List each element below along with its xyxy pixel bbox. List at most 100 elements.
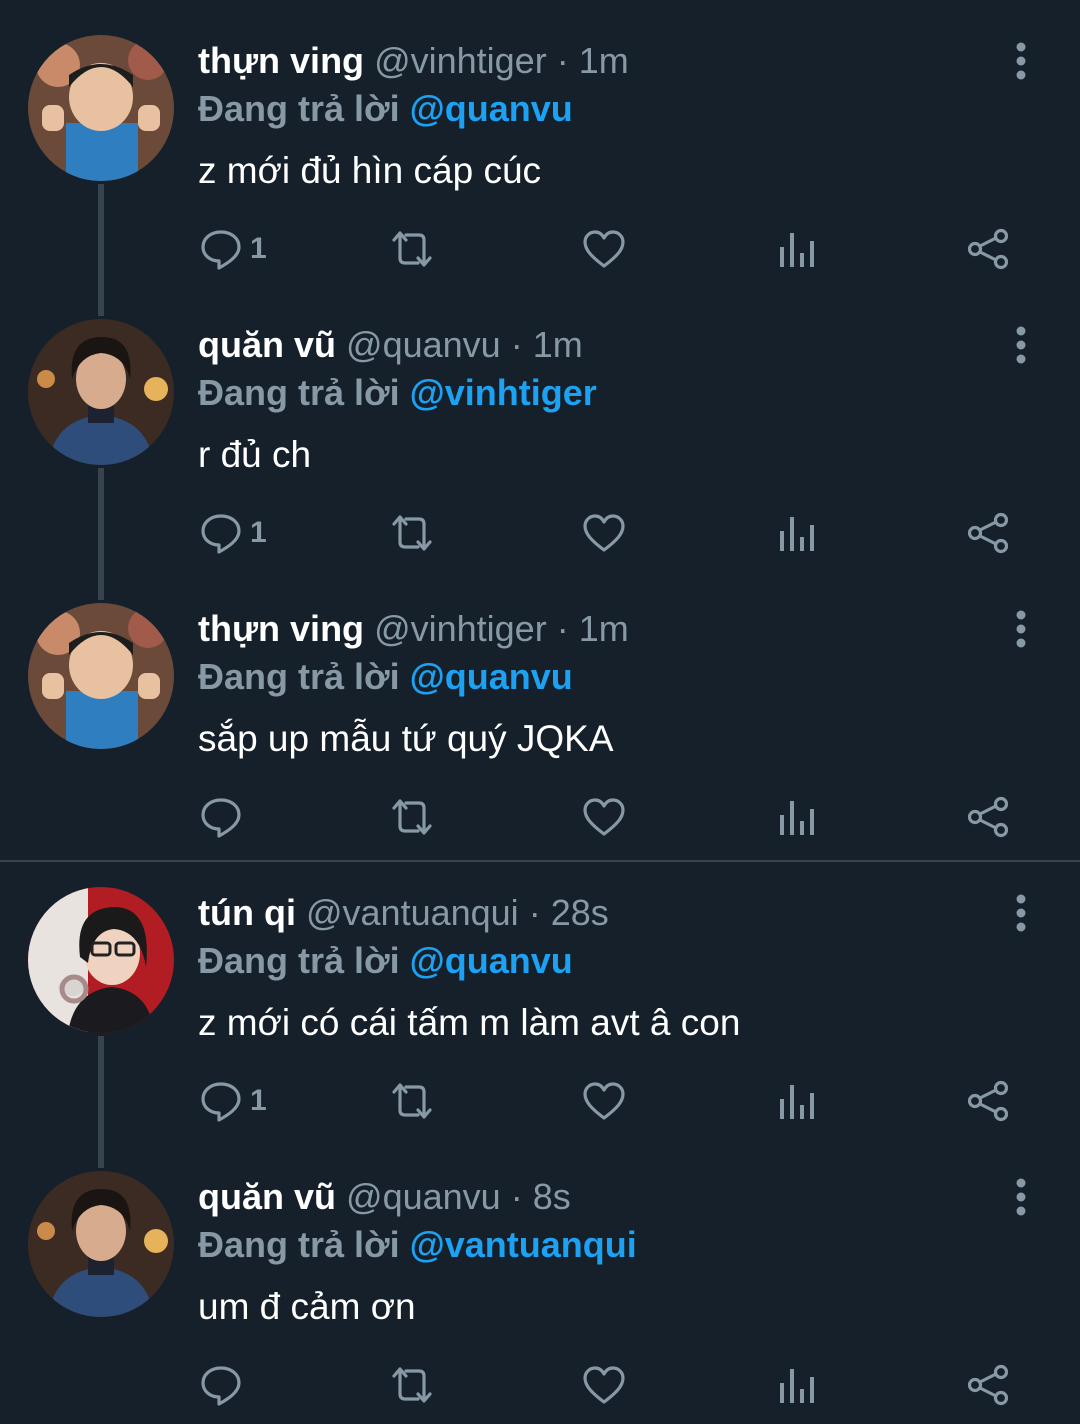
more-icon[interactable] xyxy=(996,40,1046,82)
reply-icon xyxy=(201,514,241,554)
tweet-text: sắp up mẫu tứ quý JQKA xyxy=(198,718,614,759)
retweet-button[interactable] xyxy=(388,1360,436,1410)
reply-context: Đang trả lời @vantuanqui xyxy=(198,1222,637,1268)
share-icon xyxy=(967,796,1009,838)
display-name[interactable]: tún qi xyxy=(198,892,296,933)
tweet-text: z mới đủ hìn cáp cúc xyxy=(198,150,542,191)
reply-context: Đang trả lời @quanvu xyxy=(198,938,573,984)
share-icon xyxy=(967,1364,1009,1406)
like-icon xyxy=(583,230,625,268)
retweet-icon xyxy=(392,1367,432,1403)
reply-button[interactable] xyxy=(200,792,250,842)
reply-prefix: Đang trả lời xyxy=(198,940,400,981)
tweet-header: thựn ving @vinhtiger · 1m xyxy=(198,606,629,652)
retweet-button[interactable] xyxy=(388,508,436,558)
reply-button[interactable]: 1 xyxy=(200,224,267,274)
tweet-header: thựn ving @vinhtiger · 1m xyxy=(198,38,629,84)
like-button[interactable] xyxy=(582,792,626,842)
retweet-button[interactable] xyxy=(388,1076,436,1126)
handle[interactable]: @vinhtiger xyxy=(374,40,547,81)
share-button[interactable] xyxy=(966,1076,1010,1126)
tweet[interactable]: quăn vũ @quanvu · 1m Đang trả lời @vinht… xyxy=(0,284,1080,568)
timestamp[interactable]: · 1m xyxy=(557,40,629,81)
reply-prefix: Đang trả lời xyxy=(198,372,400,413)
handle[interactable]: @quanvu xyxy=(346,1176,501,1217)
reply-prefix: Đang trả lời xyxy=(198,1224,400,1265)
tweet-header: tún qi @vantuanqui · 28s xyxy=(198,890,609,936)
reply-prefix: Đang trả lời xyxy=(198,88,400,129)
analytics-button[interactable] xyxy=(778,1076,816,1126)
display-name[interactable]: quăn vũ xyxy=(198,1176,336,1217)
avatar[interactable] xyxy=(28,35,174,181)
reply-count: 1 xyxy=(250,516,267,549)
reply-button[interactable]: 1 xyxy=(200,1076,267,1126)
tweet-text: r đủ ch xyxy=(198,434,312,475)
analytics-icon xyxy=(780,517,814,551)
mention-link[interactable]: @vinhtiger xyxy=(410,372,597,413)
tweet[interactable]: quăn vũ @quanvu · 8s Đang trả lời @vantu… xyxy=(0,1136,1080,1424)
reply-context: Đang trả lời @quanvu xyxy=(198,654,573,700)
more-icon[interactable] xyxy=(996,1176,1046,1218)
timestamp[interactable]: · 1m xyxy=(557,608,629,649)
avatar[interactable] xyxy=(28,603,174,749)
timestamp[interactable]: · 8s xyxy=(511,1176,571,1217)
handle[interactable]: @quanvu xyxy=(346,324,501,365)
display-name[interactable]: thựn ving xyxy=(198,40,364,81)
display-name[interactable]: thựn ving xyxy=(198,608,364,649)
handle[interactable]: @vantuanqui xyxy=(306,892,519,933)
reply-button[interactable]: 1 xyxy=(200,508,267,558)
like-button[interactable] xyxy=(582,508,626,558)
reply-context: Đang trả lời @vinhtiger xyxy=(198,370,597,416)
analytics-button[interactable] xyxy=(778,1360,816,1410)
timestamp[interactable]: · 1m xyxy=(511,324,583,365)
avatar[interactable] xyxy=(28,887,174,1033)
reply-count: 1 xyxy=(250,1084,267,1117)
more-icon[interactable] xyxy=(996,608,1046,650)
share-button[interactable] xyxy=(966,792,1010,842)
tweet[interactable]: tún qi @vantuanqui · 28s Đang trả lời @q… xyxy=(0,852,1080,1136)
like-icon xyxy=(583,1082,625,1120)
analytics-button[interactable] xyxy=(778,792,816,842)
tweet[interactable]: thựn ving @vinhtiger · 1m Đang trả lời @… xyxy=(0,0,1080,284)
analytics-button[interactable] xyxy=(778,224,816,274)
mention-link[interactable]: @vantuanqui xyxy=(410,1224,637,1265)
mention-link[interactable]: @quanvu xyxy=(410,88,573,129)
share-icon xyxy=(967,512,1009,554)
display-name[interactable]: quăn vũ xyxy=(198,324,336,365)
mention-link[interactable]: @quanvu xyxy=(410,940,573,981)
reply-button[interactable] xyxy=(200,1360,250,1410)
tweet-header: quăn vũ @quanvu · 8s xyxy=(198,1174,571,1220)
retweet-icon xyxy=(392,1083,432,1119)
reply-count: 1 xyxy=(250,232,267,265)
share-icon xyxy=(967,228,1009,270)
tweet[interactable]: thựn ving @vinhtiger · 1m Đang trả lời @… xyxy=(0,568,1080,858)
like-button[interactable] xyxy=(582,1360,626,1410)
share-button[interactable] xyxy=(966,508,1010,558)
like-icon xyxy=(583,798,625,836)
reply-icon xyxy=(201,798,241,838)
avatar[interactable] xyxy=(28,319,174,465)
reply-icon xyxy=(201,1366,241,1406)
reply-icon xyxy=(201,230,241,270)
retweet-icon xyxy=(392,231,432,267)
share-button[interactable] xyxy=(966,1360,1010,1410)
mention-link[interactable]: @quanvu xyxy=(410,656,573,697)
like-button[interactable] xyxy=(582,1076,626,1126)
analytics-icon xyxy=(780,233,814,267)
timestamp[interactable]: · 28s xyxy=(529,892,609,933)
retweet-button[interactable] xyxy=(388,224,436,274)
like-icon xyxy=(583,1366,625,1404)
more-icon[interactable] xyxy=(996,324,1046,366)
retweet-icon xyxy=(392,799,432,835)
handle[interactable]: @vinhtiger xyxy=(374,608,547,649)
like-button[interactable] xyxy=(582,224,626,274)
share-button[interactable] xyxy=(966,224,1010,274)
analytics-button[interactable] xyxy=(778,508,816,558)
tweet-text: um đ cảm ơn xyxy=(198,1286,416,1327)
more-icon[interactable] xyxy=(996,892,1046,934)
reply-prefix: Đang trả lời xyxy=(198,656,400,697)
conversation-timeline: thựn ving @vinhtiger · 1m Đang trả lời @… xyxy=(0,0,1080,1424)
avatar[interactable] xyxy=(28,1171,174,1317)
retweet-button[interactable] xyxy=(388,792,436,842)
tweet-text: z mới có cái tấm m làm avt â con xyxy=(198,1002,741,1043)
